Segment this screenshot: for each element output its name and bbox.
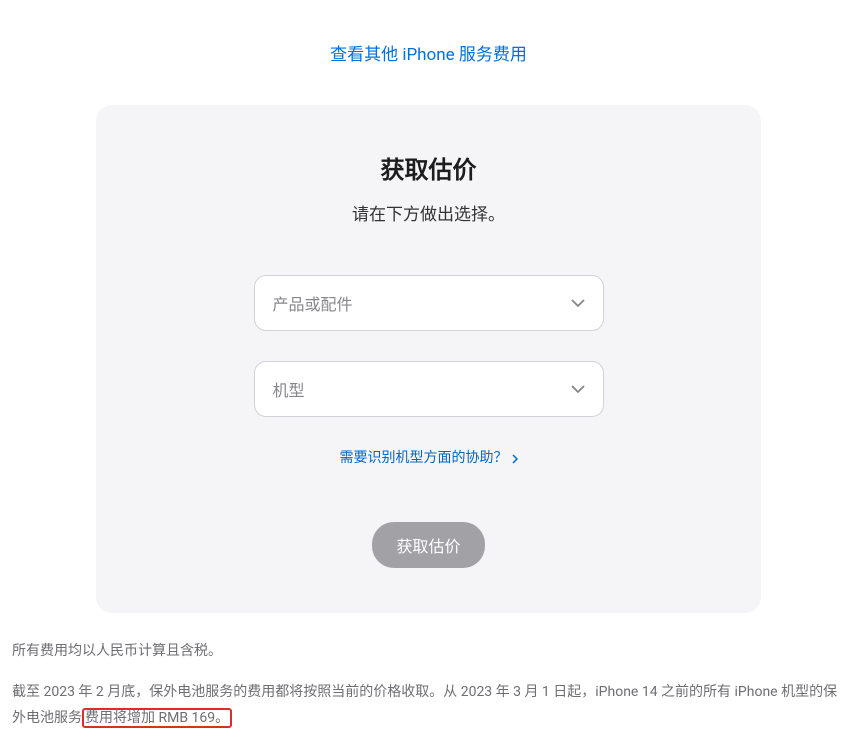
card-subtitle: 请在下方做出选择。: [156, 200, 701, 225]
chevron-right-icon: [512, 452, 518, 462]
note-currency: 所有费用均以人民币计算且含税。: [10, 638, 847, 665]
model-select-wrapper: 机型: [254, 361, 604, 417]
note-price-increase: 截至 2023 年 2 月底，保外电池服务的费用都将按照当前的价格收取。从 20…: [10, 679, 847, 732]
estimate-card: 获取估价 请在下方做出选择。 产品或配件 机型 需要识别机型方面的协助？: [96, 105, 761, 613]
top-link-container: 查看其他 iPhone 服务费用: [10, 40, 847, 65]
chevron-down-icon: [571, 299, 585, 307]
model-select[interactable]: 机型: [254, 361, 604, 417]
card-title: 获取估价: [156, 150, 701, 185]
model-select-placeholder: 机型: [273, 377, 305, 401]
get-estimate-button[interactable]: 获取估价: [372, 522, 484, 568]
product-select-placeholder: 产品或配件: [273, 291, 353, 315]
product-select[interactable]: 产品或配件: [254, 275, 604, 331]
identify-model-help-link[interactable]: 需要识别机型方面的协助？: [340, 447, 518, 467]
product-select-wrapper: 产品或配件: [254, 275, 604, 331]
note-highlight: 费用将增加 RMB 169。: [82, 708, 232, 728]
help-link-label: 需要识别机型方面的协助？: [340, 447, 508, 467]
chevron-down-icon: [571, 385, 585, 393]
other-service-fees-link[interactable]: 查看其他 iPhone 服务费用: [330, 45, 527, 65]
